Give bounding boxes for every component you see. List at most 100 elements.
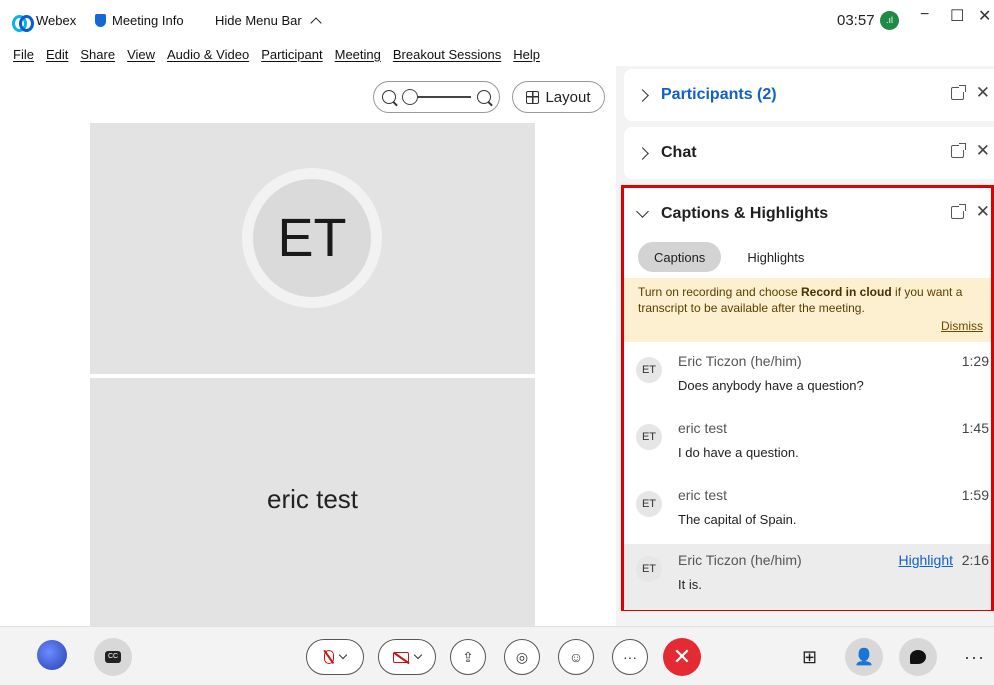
- more-panels-button[interactable]: ···: [964, 647, 985, 668]
- participants-section: Participants (2) ✕: [624, 69, 994, 121]
- participant-name: eric test: [266, 484, 359, 514]
- emoji-icon: ☺: [568, 649, 584, 665]
- menu-participant[interactable]: Participant: [261, 47, 322, 62]
- participants-panel-button[interactable]: 👤: [845, 638, 883, 676]
- notice-text-pre: Turn on recording and choose: [638, 285, 801, 299]
- avatar: ET: [636, 491, 662, 517]
- chat-header[interactable]: Chat: [624, 127, 994, 179]
- close-icon[interactable]: ✕: [976, 83, 990, 103]
- side-panel: Participants (2) ✕ Chat ✕ Captions & Hig…: [616, 66, 994, 626]
- caption-entry[interactable]: ET eric test 1:59 The capital of Spain.: [624, 479, 991, 545]
- menu-share[interactable]: Share: [80, 47, 115, 62]
- webex-app-menu[interactable]: Webex: [12, 13, 77, 32]
- zoom-slider-handle[interactable]: [402, 89, 418, 105]
- avatar: ET: [636, 357, 662, 383]
- zoom-control[interactable]: [373, 81, 500, 113]
- title-bar: Webex Meeting Info Hide Menu Bar 03:57 .…: [0, 0, 994, 42]
- menu-edit[interactable]: Edit: [46, 47, 68, 62]
- end-call-button[interactable]: ✕: [663, 638, 701, 676]
- caption-text: I do have a question.: [678, 445, 799, 460]
- avatar: ET: [242, 168, 382, 308]
- record-button[interactable]: ◎: [504, 639, 540, 675]
- minimize-button[interactable]: −: [920, 6, 929, 24]
- tab-highlights[interactable]: Highlights: [731, 242, 820, 272]
- close-icon[interactable]: ✕: [976, 202, 990, 222]
- avatar: ET: [636, 556, 662, 582]
- shield-icon: [95, 14, 106, 27]
- menu-help[interactable]: Help: [513, 47, 540, 62]
- close-window-button[interactable]: ✕: [978, 6, 991, 26]
- popout-icon[interactable]: [951, 204, 966, 219]
- tab-captions[interactable]: Captions: [638, 242, 722, 272]
- more-options-button[interactable]: ···: [612, 639, 648, 675]
- popout-icon[interactable]: [951, 143, 966, 158]
- zoom-in-icon[interactable]: [477, 90, 491, 104]
- chevron-right-icon: [636, 146, 649, 160]
- ai-assistant-icon[interactable]: [37, 640, 67, 670]
- record-icon: ◎: [515, 648, 529, 665]
- menu-bar: File Edit Share View Audio & Video Parti…: [0, 42, 994, 66]
- more-icon: ···: [623, 649, 637, 665]
- chevron-down-icon: [636, 205, 649, 218]
- notice-text-bold: Record in cloud: [801, 285, 892, 299]
- caption-text: The capital of Spain.: [678, 512, 797, 527]
- meeting-clock: 03:57: [837, 12, 875, 29]
- participants-title: Participants (2): [661, 86, 777, 103]
- caption-text: Does anybody have a question?: [678, 378, 864, 393]
- maximize-button[interactable]: ☐: [950, 6, 964, 26]
- caption-entry[interactable]: ET eric test 1:45 I do have a question.: [624, 412, 991, 478]
- cc-icon: CC: [105, 651, 121, 663]
- share-icon: ⇪: [462, 648, 474, 665]
- mute-button[interactable]: [306, 639, 364, 675]
- menu-breakout-sessions[interactable]: Breakout Sessions: [393, 47, 501, 62]
- video-tile-eric-test[interactable]: eric test: [90, 378, 535, 626]
- chat-section: Chat ✕: [624, 127, 994, 179]
- popout-icon[interactable]: [951, 85, 966, 100]
- menu-file[interactable]: File: [13, 47, 34, 62]
- reactions-button[interactable]: ☺: [558, 639, 594, 675]
- caption-text: It is.: [678, 577, 702, 592]
- closed-captions-button[interactable]: CC: [94, 638, 132, 676]
- menu-view[interactable]: View: [127, 47, 155, 62]
- video-button[interactable]: [378, 639, 436, 675]
- hide-menu-bar-label: Hide Menu Bar: [215, 13, 302, 28]
- video-tile-eric-ticzon[interactable]: ET: [90, 123, 535, 374]
- meeting-info-label: Meeting Info: [112, 13, 184, 28]
- participants-icon: 👤: [854, 649, 874, 666]
- chat-title: Chat: [661, 144, 697, 161]
- layout-button[interactable]: Layout: [512, 81, 605, 113]
- hide-menu-bar-button[interactable]: Hide Menu Bar: [215, 13, 322, 29]
- chat-panel-button[interactable]: [899, 638, 937, 676]
- zoom-slider[interactable]: [402, 89, 471, 105]
- chevron-down-icon[interactable]: [413, 650, 423, 660]
- chevron-down-icon[interactable]: [338, 650, 348, 660]
- captions-tabs: Captions Highlights: [638, 242, 820, 272]
- network-health-icon[interactable]: .ıl: [880, 11, 899, 30]
- caption-entry[interactable]: ET Eric Ticzon (he/him) 1:29 Does anybod…: [624, 345, 991, 411]
- chat-icon: [910, 650, 926, 664]
- caption-time: 1:59: [961, 487, 989, 503]
- captions-title: Captions & Highlights: [661, 205, 829, 222]
- captions-header[interactable]: Captions & Highlights: [624, 188, 991, 240]
- chevron-up-icon: [310, 17, 322, 29]
- menu-meeting[interactable]: Meeting: [335, 47, 381, 62]
- webex-logo-icon: [12, 14, 34, 32]
- menu-audio-video[interactable]: Audio & Video: [167, 47, 249, 62]
- share-button[interactable]: ⇪: [450, 639, 486, 675]
- dismiss-link[interactable]: Dismiss: [941, 318, 983, 334]
- avatar-initials: ET: [253, 179, 371, 297]
- zoom-out-icon[interactable]: [382, 90, 396, 104]
- caption-time: 1:29: [961, 353, 989, 369]
- highlight-link[interactable]: Highlight: [899, 552, 953, 568]
- meeting-info-button[interactable]: Meeting Info: [95, 13, 184, 28]
- microphone-muted-icon: [324, 650, 334, 664]
- close-icon[interactable]: ✕: [976, 141, 990, 161]
- caption-speaker: Eric Ticzon (he/him): [678, 552, 802, 568]
- participants-header[interactable]: Participants (2): [624, 69, 994, 121]
- apps-icon[interactable]: ⊞: [802, 647, 817, 668]
- caption-speaker: Eric Ticzon (he/him): [678, 353, 802, 369]
- caption-entry[interactable]: ET Eric Ticzon (he/him) Highlight 2:16 I…: [624, 544, 991, 610]
- layout-label: Layout: [545, 88, 591, 106]
- app-name: Webex: [36, 13, 77, 28]
- chevron-right-icon: [636, 88, 649, 102]
